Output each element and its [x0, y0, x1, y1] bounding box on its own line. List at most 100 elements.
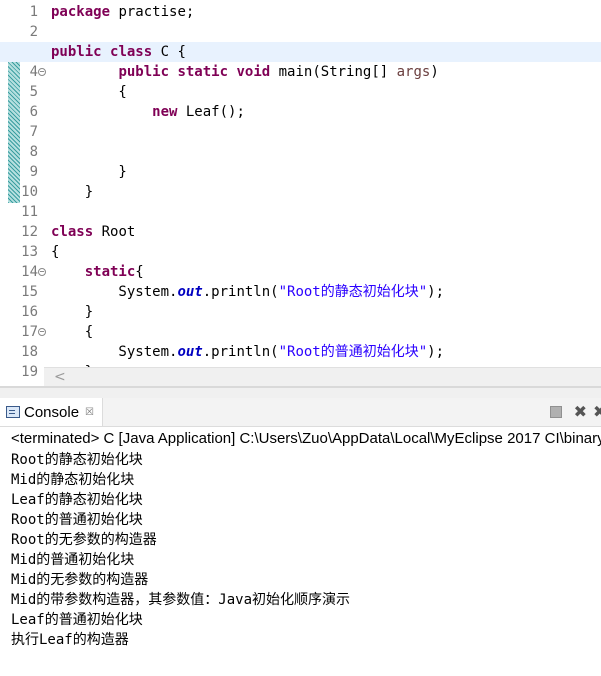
- code-line[interactable]: new Leaf();: [51, 102, 601, 122]
- code-line[interactable]: [51, 142, 601, 162]
- code-line[interactable]: [51, 122, 601, 142]
- code-line[interactable]: {: [51, 82, 601, 102]
- code-token: args: [396, 64, 431, 80]
- line-number-text: 17: [21, 324, 38, 340]
- code-line[interactable]: class Root: [51, 222, 601, 242]
- terminated-status: <terminated> C [Java Application] C:\Use…: [11, 430, 601, 447]
- code-token: System.: [51, 344, 178, 360]
- horizontal-scrollbar[interactable]: <: [44, 367, 601, 387]
- code-token: package: [51, 4, 111, 20]
- line-number: 17−: [0, 322, 46, 342]
- code-line[interactable]: [51, 202, 601, 222]
- console-toolbar: ✖ ✖: [549, 402, 601, 421]
- code-token: out: [177, 344, 203, 360]
- line-number-text: 11: [21, 204, 38, 220]
- code-token: }: [51, 184, 94, 200]
- code-token: public: [118, 64, 170, 80]
- fold-toggle-icon[interactable]: −: [38, 68, 46, 76]
- code-token: );: [427, 284, 445, 300]
- fold-toggle-icon[interactable]: −: [38, 328, 46, 336]
- code-token: main(String[]: [270, 64, 397, 80]
- line-number-text: 7: [29, 124, 38, 140]
- console-output-line: Root的普通初始化块: [11, 512, 143, 528]
- line-number-text: 8: [29, 144, 38, 160]
- code-line[interactable]: {: [51, 242, 601, 262]
- console-icon: [6, 406, 20, 418]
- code-line[interactable]: [51, 22, 601, 42]
- line-number-text: 2: [29, 24, 38, 40]
- line-number: 15: [0, 282, 38, 302]
- code-token: {: [51, 84, 127, 100]
- console-output-line: Mid的无参数的构造器: [11, 572, 149, 588]
- console-output-area[interactable]: <terminated> C [Java Application] C:\Use…: [0, 427, 601, 676]
- line-number: 13: [0, 242, 38, 262]
- console-tab-label: Console: [24, 403, 80, 421]
- code-token: C {: [152, 44, 186, 60]
- close-icon[interactable]: ☒: [85, 407, 94, 418]
- code-line[interactable]: {: [51, 322, 601, 342]
- line-number: 14−: [0, 262, 46, 282]
- line-number: 12: [0, 222, 38, 242]
- remove-all-launches-icon[interactable]: ✖: [593, 402, 601, 421]
- code-token: System.: [51, 284, 178, 300]
- line-number: 8: [0, 142, 38, 162]
- line-number-text: 12: [21, 224, 38, 240]
- code-token: }: [51, 164, 127, 180]
- code-token: Leaf();: [177, 104, 245, 120]
- line-number-text: 9: [29, 164, 38, 180]
- code-token: .println(: [202, 284, 279, 300]
- code-token: ): [430, 64, 439, 80]
- line-number-text: 14: [21, 264, 38, 280]
- console-output-line: 执行Leaf的构造器: [11, 632, 129, 648]
- console-output-line: Root的静态初始化块: [11, 452, 143, 468]
- code-token: {: [135, 264, 144, 280]
- line-number-text: 1: [29, 4, 38, 20]
- code-token: {: [51, 324, 94, 340]
- fold-toggle-icon[interactable]: −: [38, 268, 46, 276]
- line-number: 9: [0, 162, 38, 182]
- code-line[interactable]: public class C {: [0, 42, 601, 62]
- scroll-left-icon[interactable]: <: [54, 369, 66, 385]
- terminate-stop-icon[interactable]: [549, 405, 562, 418]
- console-output-line: Mid的带参数构造器，其参数值：Java初始化顺序演示: [11, 592, 350, 608]
- line-number: 16: [0, 302, 38, 322]
- code-line[interactable]: System.out.println("Root的普通初始化块");: [51, 342, 601, 362]
- line-number: 10: [0, 182, 38, 202]
- line-number: 2: [0, 22, 38, 42]
- code-line[interactable]: }: [51, 162, 601, 182]
- code-line[interactable]: public static void main(String[] args): [51, 62, 601, 82]
- console-output-line: Leaf的普通初始化块: [11, 612, 143, 628]
- code-token: out: [177, 284, 203, 300]
- line-number: 11: [0, 202, 38, 222]
- code-token: practise;: [110, 4, 195, 20]
- code-editor[interactable]: 1234−567891011121314−151617−1819 package…: [0, 0, 601, 388]
- line-number-text: 16: [21, 304, 38, 320]
- code-token: void: [236, 64, 271, 80]
- code-line[interactable]: System.out.println("Root的静态初始化块");: [51, 282, 601, 302]
- console-tab[interactable]: Console ☒: [0, 398, 104, 426]
- console-output: Root的静态初始化块 Mid的静态初始化块 Leaf的静态初始化块 Root的普通初…: [11, 450, 350, 650]
- line-number-text: 6: [29, 104, 38, 120]
- code-token: public: [51, 44, 102, 60]
- code-area[interactable]: package practise; public class C { public…: [0, 2, 601, 382]
- code-token: static: [84, 264, 136, 280]
- remove-launch-icon[interactable]: ✖: [574, 402, 587, 421]
- code-line[interactable]: }: [51, 302, 601, 322]
- line-number-text: 5: [29, 84, 38, 100]
- line-number-text: 15: [21, 284, 38, 300]
- line-number: 6: [0, 102, 38, 122]
- line-number: 19: [0, 362, 38, 382]
- line-number-text: 19: [21, 364, 38, 380]
- code-line[interactable]: static{: [51, 262, 601, 282]
- code-token: }: [51, 304, 94, 320]
- line-number-text: 13: [21, 244, 38, 260]
- console-output-line: Mid的普通初始化块: [11, 552, 135, 568]
- line-number: 5: [0, 82, 38, 102]
- code-line[interactable]: }: [51, 182, 601, 202]
- line-number: 18: [0, 342, 38, 362]
- console-output-line: Mid的静态初始化块: [11, 472, 135, 488]
- code-token: "Root的普通初始化块": [278, 344, 428, 360]
- code-line[interactable]: package practise;: [51, 2, 601, 22]
